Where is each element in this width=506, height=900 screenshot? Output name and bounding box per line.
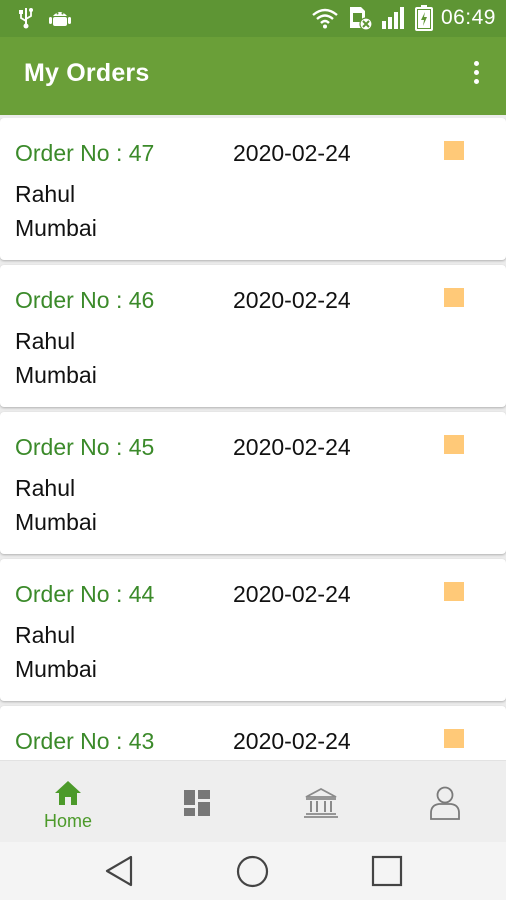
nav-item-home[interactable]: Home [5, 761, 131, 842]
customer-city: Mumbai [15, 215, 97, 241]
status-bar: 06:49 [0, 0, 506, 37]
usb-icon [19, 8, 33, 29]
order-number: Order No : 44 [15, 581, 155, 607]
bank-icon [304, 787, 338, 818]
customer-city: Mumbai [15, 509, 97, 535]
customer-city: Mumbai [15, 656, 97, 682]
order-number: Order No : 45 [15, 434, 155, 460]
sim-blocked-icon [349, 7, 373, 31]
order-date: 2020-02-24 [233, 140, 351, 166]
order-card[interactable]: Order No : 46 2020-02-24 Rahul Mumbai [0, 265, 506, 407]
status-indicator [444, 141, 464, 160]
order-card[interactable]: Order No : 43 2020-02-24 [0, 706, 506, 760]
order-card[interactable]: Order No : 45 2020-02-24 Rahul Mumbai [0, 412, 506, 554]
nav-item-bank[interactable] [258, 761, 384, 842]
order-date: 2020-02-24 [233, 434, 351, 460]
home-circle-icon[interactable] [236, 855, 269, 888]
bottom-navigation: Home [0, 760, 506, 842]
status-indicator [444, 582, 464, 601]
order-date: 2020-02-24 [233, 728, 351, 754]
order-date: 2020-02-24 [233, 287, 351, 313]
order-number: Order No : 47 [15, 140, 155, 166]
customer-name: Rahul [15, 475, 76, 501]
signal-icon [381, 7, 404, 29]
status-time: 06:49 [440, 6, 496, 29]
home-icon [55, 781, 81, 805]
status-indicator [444, 435, 464, 454]
nav-label-home: Home [43, 811, 92, 831]
android-debug-icon [49, 12, 71, 26]
order-card[interactable]: Order No : 44 2020-02-24 Rahul Mumbai [0, 559, 506, 701]
order-date: 2020-02-24 [233, 581, 351, 607]
customer-name: Rahul [15, 328, 76, 354]
dashboard-icon [184, 790, 210, 816]
customer-name: Rahul [15, 181, 76, 207]
order-card[interactable]: Order No : 47 2020-02-24 Rahul Mumbai [0, 118, 506, 260]
status-indicator [444, 288, 464, 307]
profile-icon [430, 786, 460, 820]
customer-city: Mumbai [15, 362, 97, 388]
system-navigation-bar [0, 842, 506, 900]
app-bar: My Orders [0, 37, 506, 115]
nav-item-profile[interactable] [382, 761, 506, 842]
customer-name: Rahul [15, 622, 76, 648]
order-number: Order No : 43 [15, 728, 155, 754]
page-title: My Orders [24, 59, 150, 87]
order-number: Order No : 46 [15, 287, 155, 313]
order-list[interactable]: Order No : 47 2020-02-24 Rahul Mumbai Or… [0, 118, 506, 760]
recents-icon[interactable] [371, 855, 403, 887]
status-indicator [444, 729, 464, 748]
battery-charging-icon [414, 5, 433, 31]
back-icon[interactable] [104, 855, 134, 887]
nav-item-dashboard[interactable] [134, 761, 260, 842]
more-vert-icon[interactable] [466, 61, 486, 91]
wifi-icon [312, 8, 338, 29]
